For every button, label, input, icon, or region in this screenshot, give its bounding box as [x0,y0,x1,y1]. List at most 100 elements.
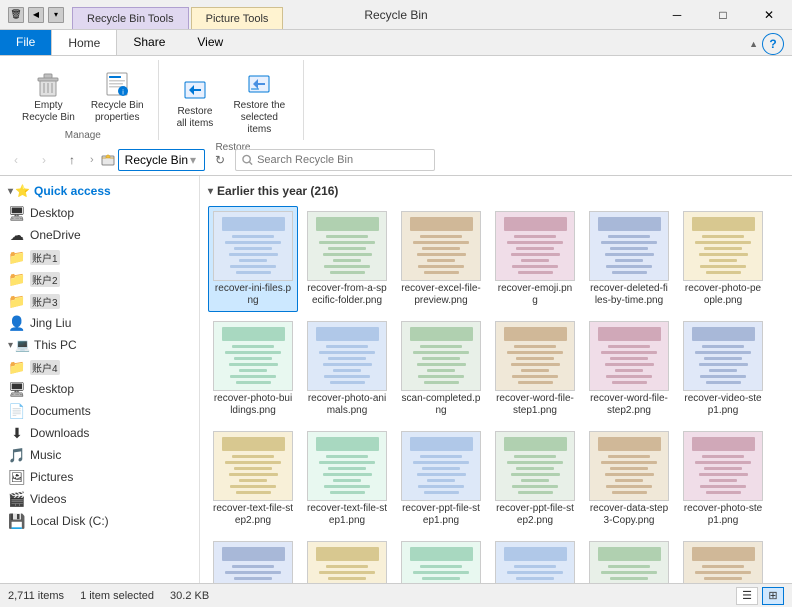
file-thumbnail [683,541,763,583]
empty-recycle-bin-label: EmptyRecycle Bin [22,100,75,124]
list-item[interactable]: recover-word-file-step2.png [584,316,674,422]
up-button[interactable]: ↑ [60,148,84,172]
list-item[interactable]: recover-photo-animals.png [302,316,392,422]
tab-view[interactable]: View [181,29,239,55]
list-item[interactable]: recover-excel-file-preview.png [396,206,486,312]
restore-selected-button[interactable]: Restore theselected items [223,64,295,140]
file-thumbnail [589,321,669,391]
list-item[interactable]: recover-text-file-step1.png [302,426,392,532]
music-icon: 🎵 [8,446,26,464]
statusbar: 2,711 items 1 item selected 30.2 KB ☰ ⊞ [0,583,792,607]
list-item[interactable]: recover-external-device-step3.png [584,536,674,583]
sidebar-item-desktop2[interactable]: 🖥 Desktop [0,378,199,400]
sidebar-item-pictures[interactable]: 🖼 Pictures [0,466,199,488]
search-bar[interactable] [235,149,435,171]
list-item[interactable]: recover-data-step3-Copy.png [584,426,674,532]
sidebar-item-onedrive[interactable]: ☁ OneDrive [0,224,199,246]
file-thumbnail [589,431,669,501]
list-item[interactable]: recover-external-device-step2.png [678,536,768,583]
path-bar[interactable]: Recycle Bin ▾ [118,149,205,171]
list-item[interactable]: recover-office-file-step1.png [490,536,580,583]
recycle-bin-properties-button[interactable]: i Recycle Binproperties [85,64,150,128]
sidebar-item-desktop[interactable]: 🖥 Desktop [0,202,199,224]
tab-file[interactable]: File [0,29,51,55]
minimize-button[interactable]: ─ [654,0,700,30]
grid-view-button[interactable]: ⊞ [762,587,784,605]
list-item[interactable]: recover-word-file-step1.png [490,316,580,422]
list-item[interactable]: recover-office-file-step2.png [396,536,486,583]
sidebar-item-account3[interactable]: 📁 账​户3 [0,290,199,312]
list-item[interactable]: recover-pdf-file-step1.png [302,536,392,583]
sidebar-item-account2[interactable]: 📁 账​户2 [0,268,199,290]
picture-tools-tab[interactable]: Picture Tools [191,7,284,29]
file-thumbnail [307,211,387,281]
list-item[interactable]: recover-ini-files.png [208,206,298,312]
titlebar: 🗑 ◀ ▾ Recycle Bin Tools Picture Tools Re… [0,0,792,30]
sidebar-documents-label: Documents [30,404,91,418]
sidebar-videos-label: Videos [30,492,66,506]
quick-access-icon: ◀ [28,7,44,23]
desktop2-icon: 🖥 [8,380,26,398]
list-item[interactable]: recover-pdf-file-step2.png [208,536,298,583]
this-pc-label: This PC [34,338,77,352]
sidebar-onedrive-label: OneDrive [30,228,81,242]
search-input[interactable] [257,154,428,166]
ribbon-group-restore: Restoreall items Restore theselected ite… [163,60,305,140]
tab-home[interactable]: Home [51,29,117,55]
forward-button[interactable]: › [32,148,56,172]
pictures-icon: 🖼 [8,468,26,486]
sidebar-item-music[interactable]: 🎵 Music [0,444,199,466]
list-item[interactable]: recover-ppt-file-step2.png [490,426,580,532]
disk-icon: 💾 [8,512,26,530]
back-button[interactable]: ‹ [4,148,28,172]
sidebar-section-quick-access[interactable]: ▾ ⭐ Quick access [0,180,199,202]
tab-share[interactable]: Share [117,29,181,55]
user-icon: 👤 [8,314,26,332]
section-header[interactable]: ▾ Earlier this year (216) [208,180,784,202]
empty-recycle-bin-button[interactable]: EmptyRecycle Bin [16,64,81,128]
sidebar-desktop-label: Desktop [30,206,74,220]
list-item[interactable]: recover-ppt-file-step1.png [396,426,486,532]
close-button[interactable]: ✕ [746,0,792,30]
list-item[interactable]: recover-text-file-step2.png [208,426,298,532]
recycle-bin-tools-tab[interactable]: Recycle Bin Tools [72,7,189,29]
file-thumbnail [213,211,293,281]
file-grid: recover-ini-files.png recover-from-a-spe… [208,202,784,583]
sidebar-item-videos[interactable]: 🎬 Videos [0,488,199,510]
manage-group-label: Manage [65,128,101,141]
list-item[interactable]: recover-photo-step1.png [678,426,768,532]
sidebar-item-account1[interactable]: 📁 账​户1 [0,246,199,268]
list-view-button[interactable]: ☰ [736,587,758,605]
restore-all-items-button[interactable]: Restoreall items [171,70,220,134]
list-item[interactable]: recover-photo-people.png [678,206,768,312]
ribbon-collapse-icon[interactable]: ▲ [749,39,758,49]
list-item[interactable]: recover-photo-buildings.png [208,316,298,422]
properties-label: Recycle Binproperties [91,100,144,124]
desktop-icon: 🖥 [8,204,26,222]
list-item[interactable]: recover-from-a-specific-folder.png [302,206,392,312]
titlebar-tabs: Recycle Bin Tools Picture Tools [72,0,285,29]
list-item[interactable]: recover-emoji.png [490,206,580,312]
quick-access-expand-icon: ▾ [8,186,13,197]
file-name: recover-excel-file-preview.png [401,283,481,307]
list-item[interactable]: scan-completed.png [396,316,486,422]
sidebar-item-documents[interactable]: 📄 Documents [0,400,199,422]
file-thumbnail [307,541,387,583]
folder-icon-3: 📁 [8,292,26,310]
this-pc-icon: 💻 [15,338,30,352]
list-item[interactable]: recover-video-step1.png [678,316,768,422]
titlebar-controls: ─ □ ✕ [654,0,792,30]
maximize-button[interactable]: □ [700,0,746,30]
refresh-button[interactable]: ↻ [209,149,231,171]
statusbar-view-controls: ☰ ⊞ [736,587,784,605]
section-expand-icon: ▾ [208,186,213,197]
sidebar-item-downloads[interactable]: ⬇ Downloads [0,422,199,444]
sidebar-item-account4[interactable]: 📁 账​户4 [0,356,199,378]
list-item[interactable]: recover-deleted-files-by-time.png [584,206,674,312]
restore-all-label: Restoreall items [177,106,214,130]
sidebar-item-local-disk[interactable]: 💾 Local Disk (C:) [0,510,199,532]
sidebar-downloads-label: Downloads [30,426,89,440]
sidebar-item-jing-liu[interactable]: 👤 Jing Liu [0,312,199,334]
sidebar-section-this-pc[interactable]: ▾ 💻 This PC [0,334,199,356]
help-button[interactable]: ? [762,33,784,55]
